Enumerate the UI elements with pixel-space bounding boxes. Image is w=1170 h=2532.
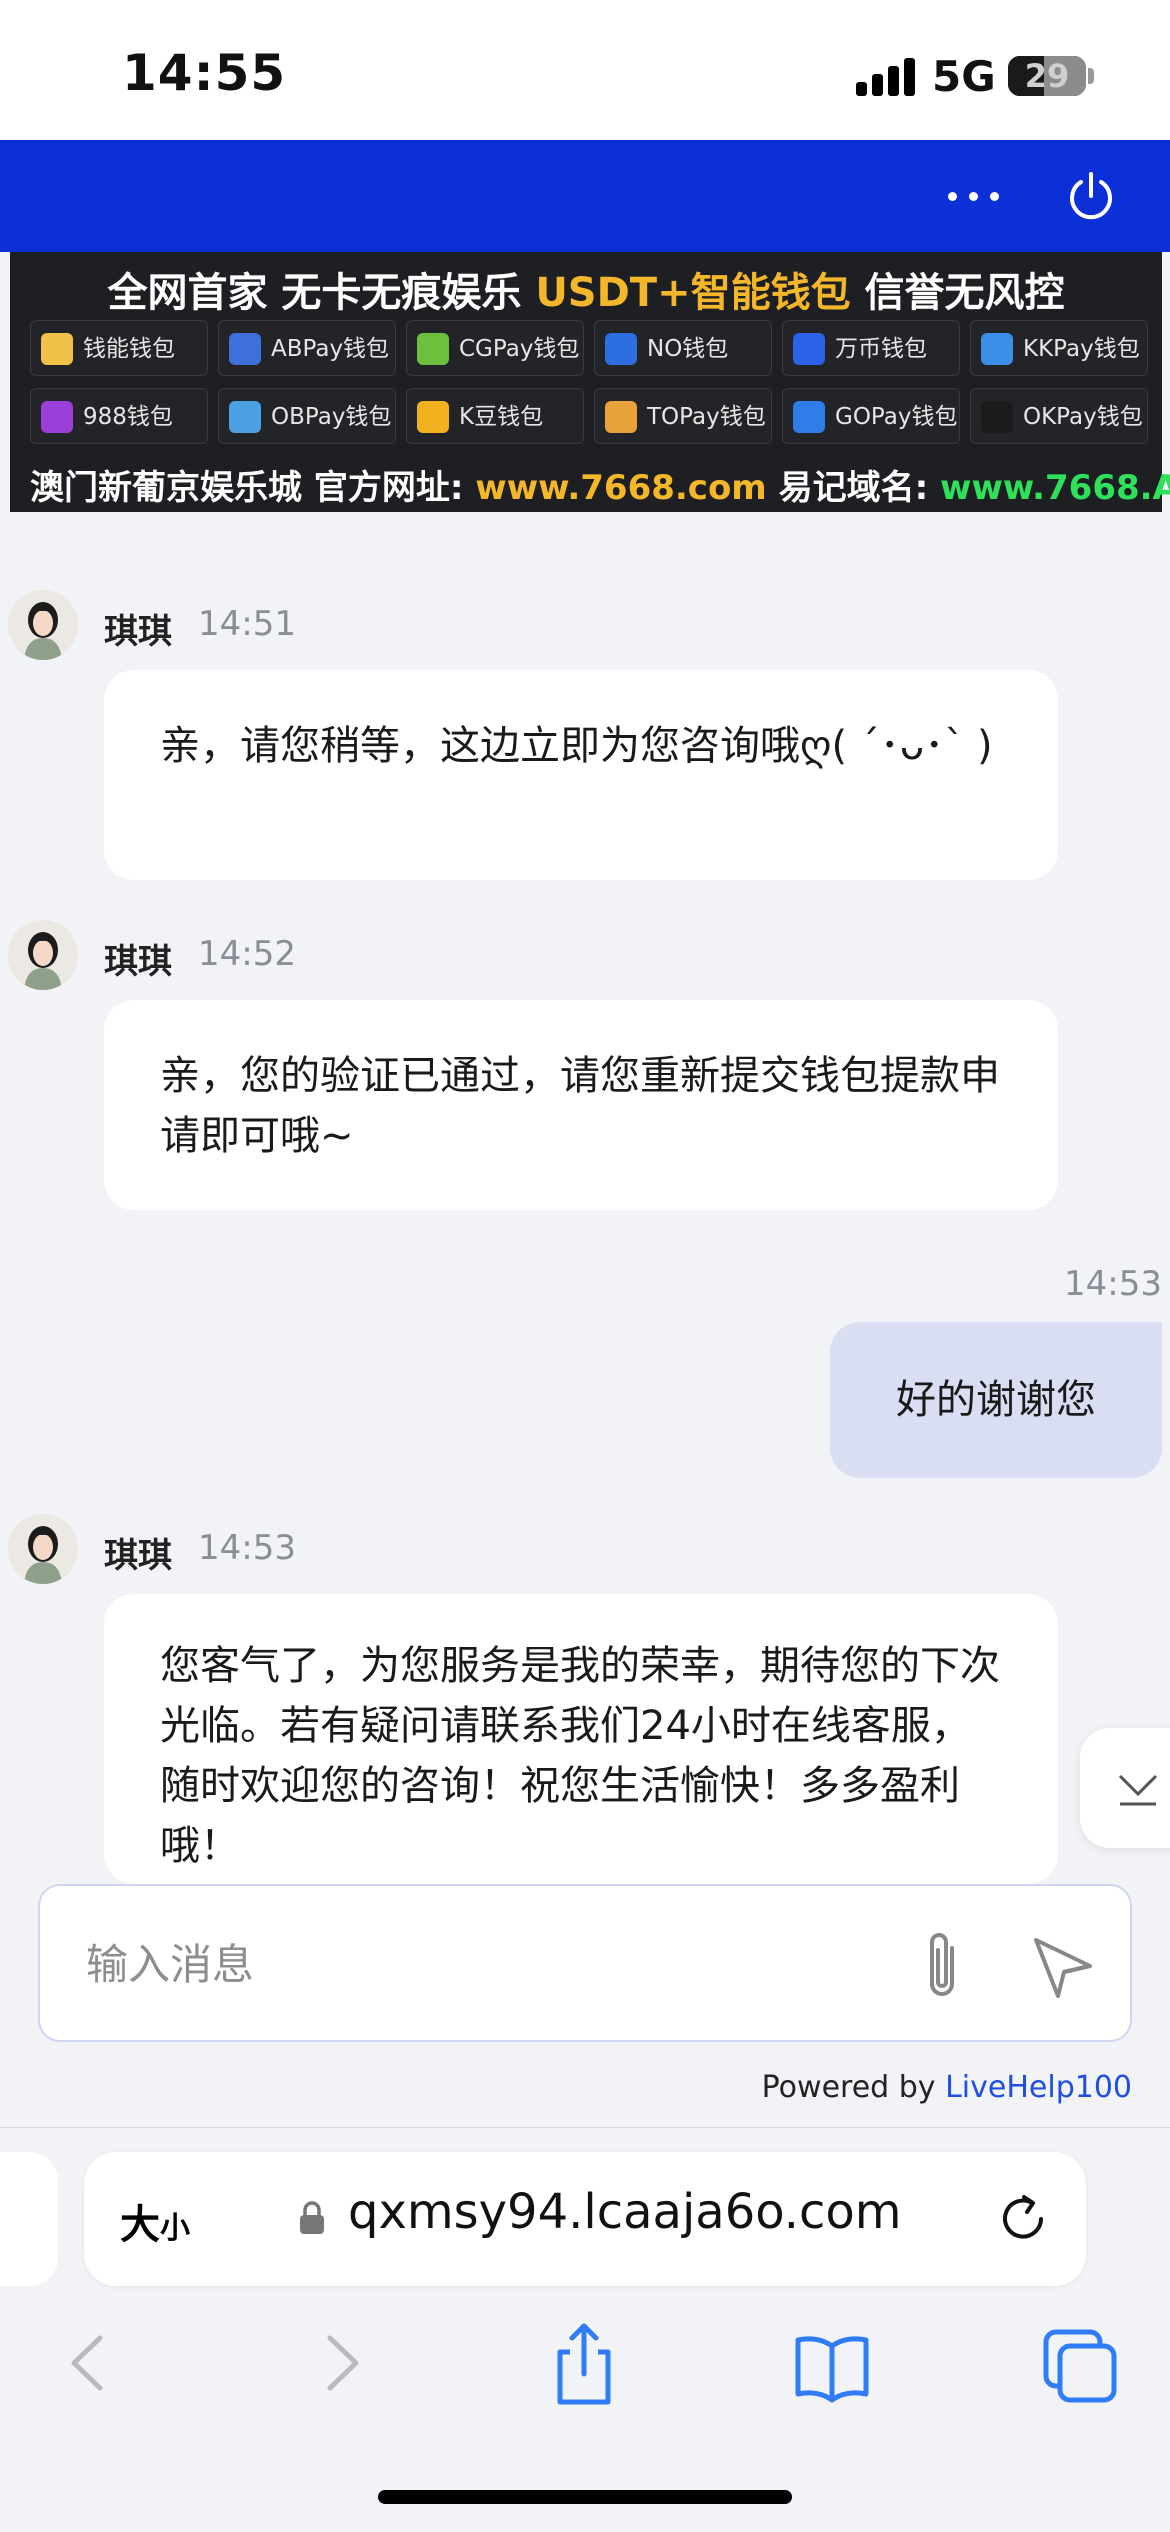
- wallet-item[interactable]: OBPay钱包: [218, 388, 396, 444]
- wallet-label: 钱能钱包: [83, 336, 175, 362]
- reader-text-size-button[interactable]: 大小: [120, 2192, 190, 2250]
- wallet-label: K豆钱包: [459, 404, 544, 430]
- status-bar: 14:55 5G 29: [0, 0, 1170, 140]
- powered-by: Powered by LiveHelp100: [762, 2070, 1132, 2105]
- wallet-item[interactable]: 988钱包: [30, 388, 208, 444]
- status-time: 14:55: [122, 44, 287, 102]
- agent-avatar: [8, 920, 78, 990]
- wallet-item[interactable]: KKPay钱包: [970, 320, 1148, 376]
- message-input[interactable]: [86, 1926, 866, 2002]
- wallet-logo-icon: [981, 333, 1013, 365]
- wallet-logo-icon: [981, 401, 1013, 433]
- text-size-small: 小: [160, 2211, 190, 2246]
- network-type: 5G: [932, 52, 996, 101]
- wallet-logo-icon: [417, 401, 449, 433]
- outgoing-message-time: 14:53: [1064, 1264, 1162, 1304]
- wallet-logo-icon: [41, 401, 73, 433]
- wallet-label: CGPay钱包: [459, 336, 580, 362]
- banner-title: 全网首家 无卡无痕娱乐 USDT+智能钱包 信誉无风控: [10, 260, 1162, 318]
- previous-tab-peek[interactable]: [0, 2152, 58, 2286]
- wallet-item[interactable]: K豆钱包: [406, 388, 584, 444]
- banner-title-post: 信誉无风控: [850, 270, 1065, 316]
- cellular-signal-icon: [856, 58, 916, 96]
- wallet-logo-icon: [229, 333, 261, 365]
- send-icon[interactable]: [1028, 1932, 1098, 2002]
- wallet-item[interactable]: OKPay钱包: [970, 388, 1148, 444]
- wallet-item[interactable]: ABPay钱包: [218, 320, 396, 376]
- wallet-item[interactable]: NO钱包: [594, 320, 772, 376]
- message-time: 14:53: [198, 1528, 296, 1568]
- tabs-icon[interactable]: [1040, 2318, 1120, 2408]
- lock-icon: [298, 2200, 326, 2236]
- wallet-item[interactable]: 钱能钱包: [30, 320, 208, 376]
- battery-level: 29: [1008, 56, 1086, 96]
- wallet-logo-icon: [605, 333, 637, 365]
- message-composer: [38, 1884, 1132, 2042]
- incoming-message-bubble: 亲，您的验证已通过，请您重新提交钱包提款申请即可哦~: [104, 1000, 1058, 1210]
- wallet-label: OBPay钱包: [271, 404, 392, 430]
- banner-title-pre: 全网首家 无卡无痕娱乐: [107, 270, 536, 316]
- wallet-item[interactable]: CGPay钱包: [406, 320, 584, 376]
- url-text[interactable]: qxmsy94.lcaaja6o.com: [348, 2184, 902, 2240]
- share-icon[interactable]: [544, 2318, 624, 2408]
- message-sender: 琪琪: [104, 1536, 172, 1576]
- text-size-large: 大: [120, 2202, 160, 2248]
- arrow-down-icon: [1118, 1774, 1158, 1806]
- powered-by-prefix: Powered by: [761, 2070, 946, 2105]
- wallet-label: KKPay钱包: [1023, 336, 1140, 362]
- scroll-to-bottom-button[interactable]: [1080, 1728, 1170, 1848]
- wallet-logo-icon: [793, 333, 825, 365]
- message-time: 14:51: [198, 604, 296, 644]
- wallet-logo-icon: [605, 401, 637, 433]
- wallet-item[interactable]: TOPay钱包: [594, 388, 772, 444]
- wallet-label: OKPay钱包: [1023, 404, 1143, 430]
- outgoing-message-bubble: 好的谢谢您: [830, 1322, 1162, 1478]
- banner-foot-pre: 澳门新葡京娱乐城 官方网址:: [30, 468, 476, 508]
- wallet-logo-icon: [41, 333, 73, 365]
- wallet-label: TOPay钱包: [647, 404, 766, 430]
- message-sender: 琪琪: [104, 612, 172, 652]
- wallet-item[interactable]: 万币钱包: [782, 320, 960, 376]
- banner-alt-url: www.7668.AM: [940, 468, 1170, 508]
- paperclip-icon[interactable]: [912, 1926, 972, 2006]
- powered-by-link[interactable]: LiveHelp100: [945, 2070, 1132, 2105]
- agent-avatar: [8, 590, 78, 660]
- reload-icon[interactable]: [994, 2190, 1052, 2248]
- more-dots-icon[interactable]: [944, 176, 1004, 216]
- bookmarks-icon[interactable]: [792, 2318, 872, 2408]
- battery-cap: [1088, 68, 1094, 84]
- banner-foot-mid: 易记域名:: [766, 468, 941, 508]
- message-time: 14:52: [198, 934, 296, 974]
- wallet-label: GOPay钱包: [835, 404, 958, 430]
- banner-footer: 澳门新葡京娱乐城 官方网址: www.7668.com 易记域名: www.76…: [30, 460, 1170, 509]
- promo-banner[interactable]: 全网首家 无卡无痕娱乐 USDT+智能钱包 信誉无风控 钱能钱包 ABPay钱包…: [10, 252, 1170, 512]
- wallet-logo-icon: [229, 401, 261, 433]
- wallet-label: 万币钱包: [835, 336, 927, 362]
- incoming-message-bubble: 亲，请您稍等，这边立即为您咨询哦ღ( ´･ᴗ･` ): [104, 670, 1058, 880]
- banner-title-highlight: USDT+智能钱包: [535, 270, 851, 316]
- forward-icon[interactable]: [300, 2318, 380, 2408]
- wallet-label: 988钱包: [83, 404, 173, 430]
- banner-official-url: www.7668.com: [475, 468, 767, 508]
- incoming-message-bubble: 您客气了，为您服务是我的荣幸，期待您的下次光临。若有疑问请联系我们24小时在线客…: [104, 1594, 1058, 1884]
- divider: [0, 2127, 1170, 2128]
- wallet-logo-icon: [417, 333, 449, 365]
- power-icon[interactable]: [1064, 170, 1118, 224]
- back-icon[interactable]: [50, 2318, 130, 2408]
- message-sender: 琪琪: [104, 942, 172, 982]
- wallet-logo-icon: [793, 401, 825, 433]
- wallet-label: NO钱包: [647, 336, 729, 362]
- battery-icon: 29: [1008, 56, 1086, 96]
- wallet-item[interactable]: GOPay钱包: [782, 388, 960, 444]
- agent-avatar: [8, 1514, 78, 1584]
- wallet-label: ABPay钱包: [271, 336, 390, 362]
- address-bar[interactable]: 大小 qxmsy94.lcaaja6o.com: [84, 2152, 1086, 2286]
- home-indicator: [378, 2490, 792, 2504]
